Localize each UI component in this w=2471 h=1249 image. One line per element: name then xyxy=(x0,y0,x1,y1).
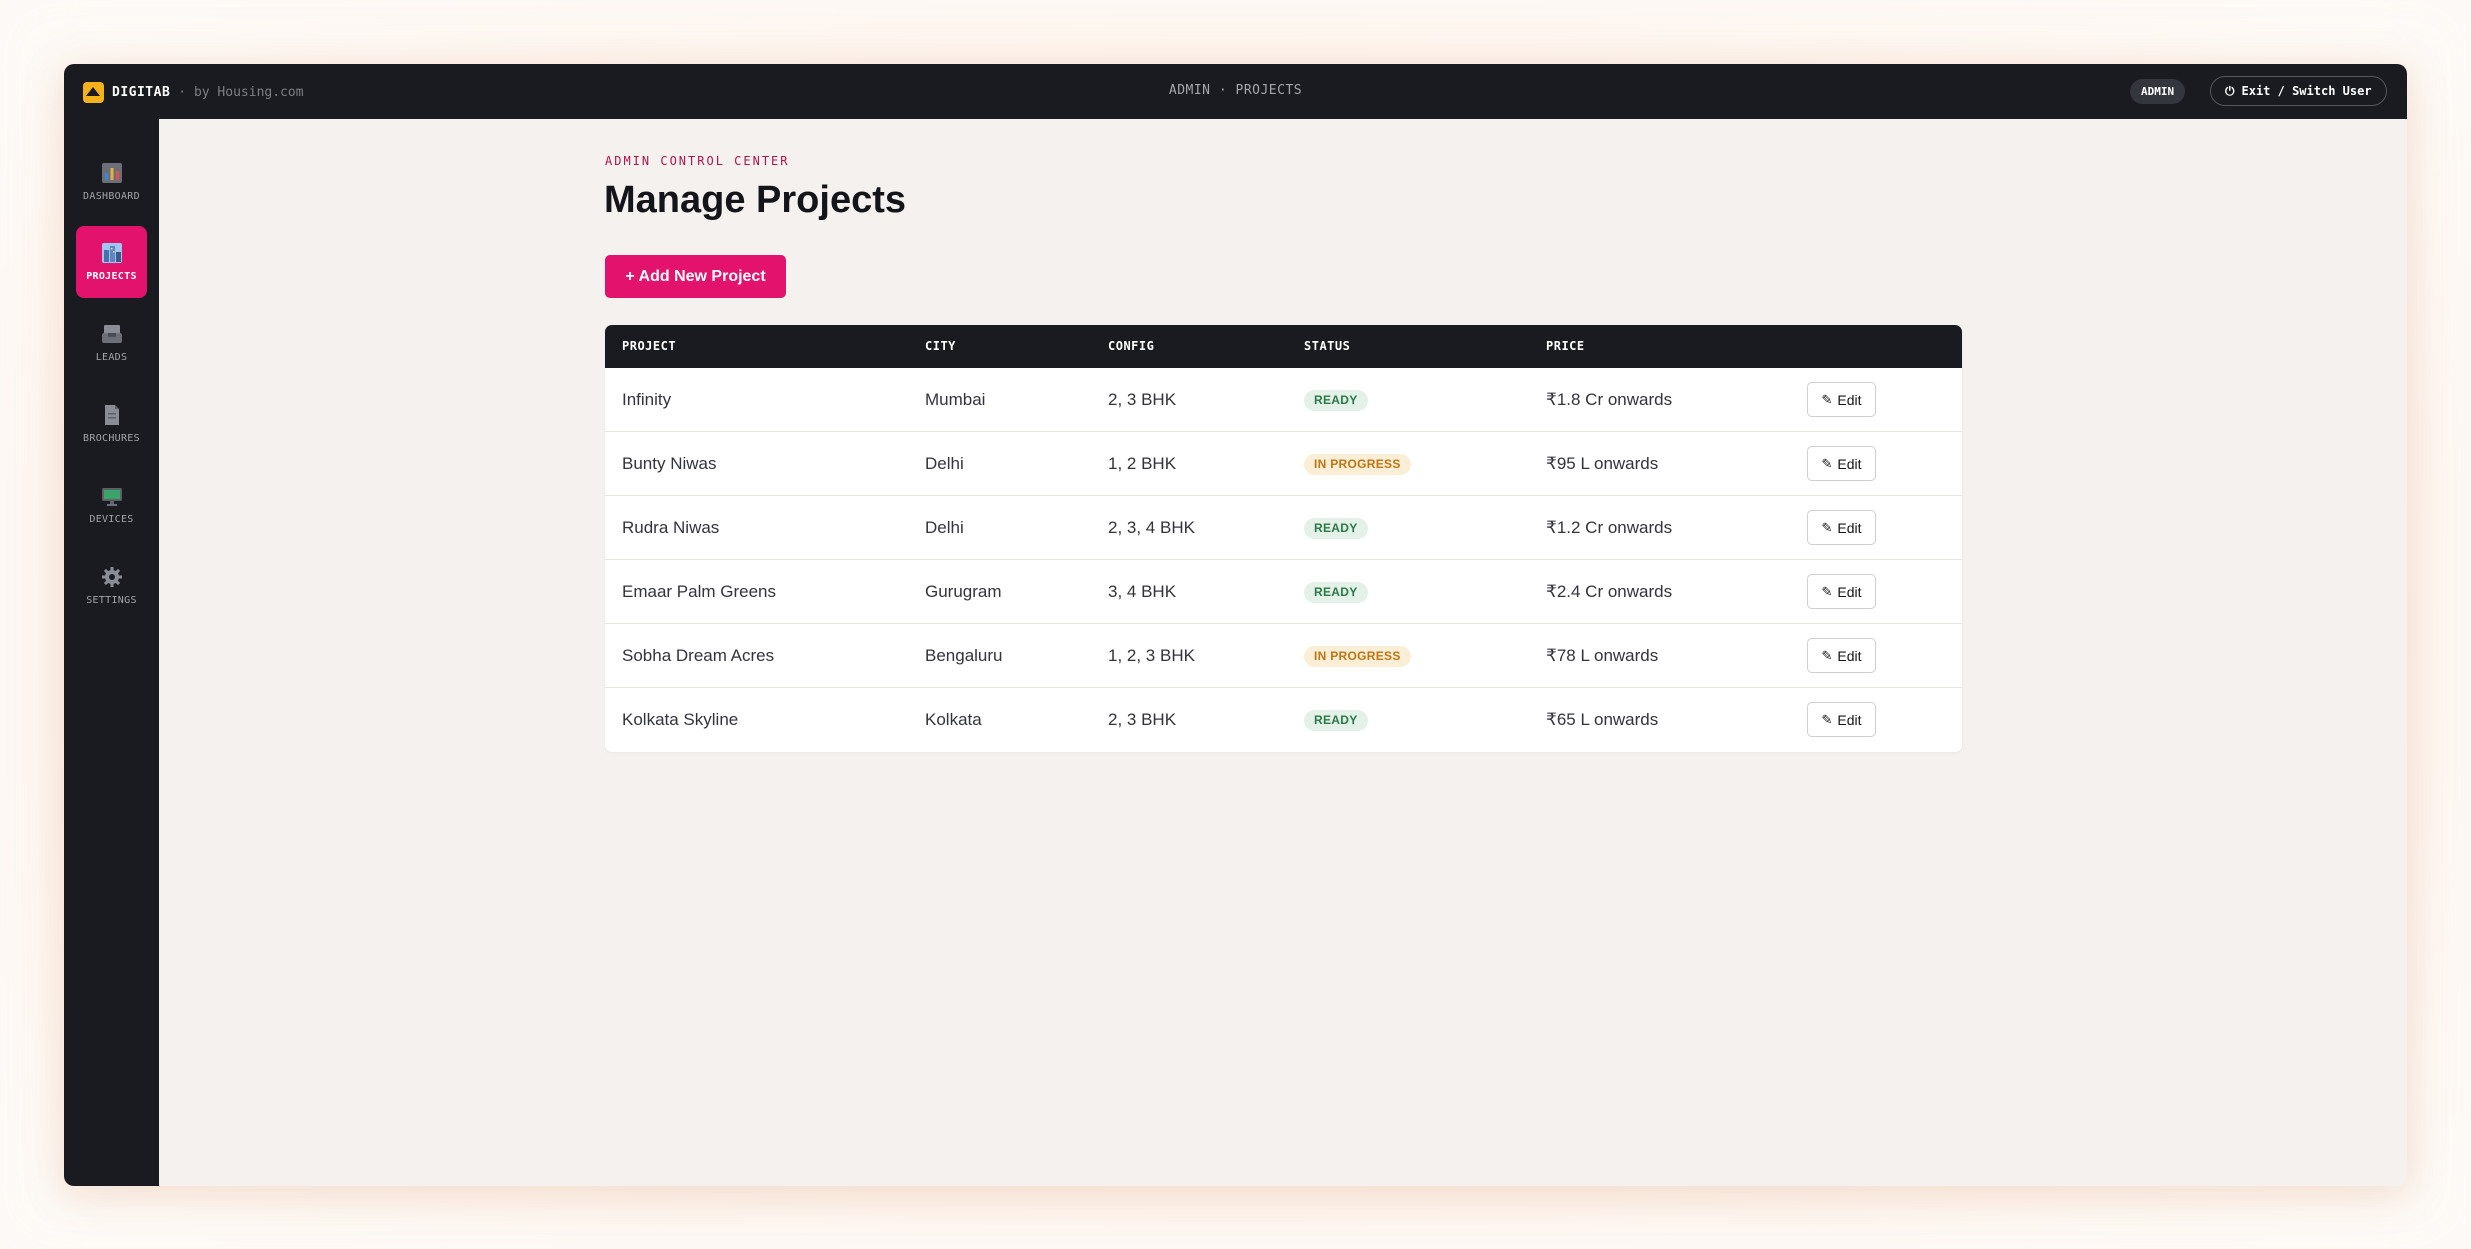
project-city: Delhi xyxy=(925,454,964,473)
top-bar: DIGITAB · by Housing.com ADMIN · PROJECT… xyxy=(64,64,2407,119)
project-city: Bengaluru xyxy=(925,646,1003,665)
sidebar-item-devices[interactable]: DEVICES xyxy=(76,469,147,541)
column-header-config[interactable]: CONFIG xyxy=(1108,325,1154,368)
cityscape-icon xyxy=(101,243,122,263)
edit-button-label: Edit xyxy=(1837,647,1862,664)
add-new-project-button[interactable]: + Add New Project xyxy=(605,255,786,298)
sidebar-item-label: BROCHURES xyxy=(83,433,140,444)
sidebar-item-label: PROJECTS xyxy=(86,271,137,282)
document-icon xyxy=(104,405,119,425)
status-badge: IN PROGRESS xyxy=(1304,646,1411,667)
project-city: Kolkata xyxy=(925,710,982,729)
sidebar-item-projects[interactable]: PROJECTS xyxy=(76,226,147,298)
sidebar-item-label: DASHBOARD xyxy=(83,191,140,202)
edit-button[interactable]: ✎ Edit xyxy=(1807,510,1876,545)
project-name: Sobha Dream Acres xyxy=(622,646,775,665)
status-badge: READY xyxy=(1304,518,1368,539)
pencil-icon: ✎ xyxy=(1821,392,1833,407)
sidebar-item-dashboard[interactable]: DASHBOARD xyxy=(76,146,147,218)
table-row: Kolkata Skyline Kolkata 2, 3 BHK READY ₹… xyxy=(605,688,1962,752)
column-header-price[interactable]: PRICE xyxy=(1546,325,1585,368)
project-price: ₹1.2 Cr onwards xyxy=(1546,518,1673,537)
breadcrumb: ADMIN · PROJECTS xyxy=(1168,83,1303,98)
sidebar-item-label: DEVICES xyxy=(89,514,134,525)
power-icon: ⏻ xyxy=(2225,84,2235,98)
project-price: ₹95 L onwards xyxy=(1546,454,1659,473)
status-badge: READY xyxy=(1304,582,1368,603)
monitor-icon xyxy=(101,488,122,506)
project-config: 2, 3 BHK xyxy=(1108,710,1177,729)
status-badge: IN PROGRESS xyxy=(1304,454,1411,475)
project-config: 3, 4 BHK xyxy=(1108,582,1177,601)
project-price: ₹2.4 Cr onwards xyxy=(1546,582,1673,601)
project-name: Emaar Palm Greens xyxy=(622,582,776,601)
table-row: Bunty Niwas Delhi 1, 2 BHK IN PROGRESS ₹… xyxy=(605,432,1962,496)
status-badge: READY xyxy=(1304,710,1368,731)
project-config: 2, 3, 4 BHK xyxy=(1108,518,1195,537)
project-name: Kolkata Skyline xyxy=(622,710,739,729)
edit-button-label: Edit xyxy=(1837,391,1862,408)
table-row: Sobha Dream Acres Bengaluru 1, 2, 3 BHK … xyxy=(605,624,1962,688)
project-price: ₹78 L onwards xyxy=(1546,646,1659,665)
gear-icon xyxy=(101,567,122,587)
sidebar-item-settings[interactable]: SETTINGS xyxy=(76,550,147,622)
table-row: Emaar Palm Greens Gurugram 3, 4 BHK READ… xyxy=(605,560,1962,624)
sidebar-item-brochures[interactable]: BROCHURES xyxy=(76,388,147,460)
edit-button-label: Edit xyxy=(1837,455,1862,472)
page-title: Manage Projects xyxy=(604,179,906,221)
project-city: Gurugram xyxy=(925,582,1002,601)
table-row: Rudra Niwas Delhi 2, 3, 4 BHK READY ₹1.2… xyxy=(605,496,1962,560)
table-row: Infinity Mumbai 2, 3 BHK READY ₹1.8 Cr o… xyxy=(605,368,1962,432)
sidebar: DASHBOARD PROJECTS LEADS BROCHURES DEVIC… xyxy=(64,119,159,1186)
project-config: 1, 2 BHK xyxy=(1108,454,1177,473)
column-header-city[interactable]: CITY xyxy=(925,325,956,368)
sidebar-item-label: LEADS xyxy=(95,352,128,363)
edit-button-label: Edit xyxy=(1837,583,1862,600)
pencil-icon: ✎ xyxy=(1821,712,1833,727)
column-header-project[interactable]: PROJECT xyxy=(622,325,676,368)
pencil-icon: ✎ xyxy=(1821,648,1833,663)
project-name: Rudra Niwas xyxy=(622,518,720,537)
bar-chart-icon xyxy=(101,163,122,183)
project-price: ₹65 L onwards xyxy=(1546,710,1659,729)
main-content: ADMIN CONTROL CENTER Manage Projects + A… xyxy=(159,119,2407,1186)
exit-button-label: Exit / Switch User xyxy=(2241,84,2372,98)
pencil-icon: ✎ xyxy=(1821,456,1833,471)
project-config: 1, 2, 3 BHK xyxy=(1108,646,1195,665)
edit-button[interactable]: ✎ Edit xyxy=(1807,638,1876,673)
project-city: Mumbai xyxy=(925,390,986,409)
inbox-tray-icon xyxy=(101,325,122,343)
project-name: Infinity xyxy=(622,390,672,409)
edit-button[interactable]: ✎ Edit xyxy=(1807,446,1876,481)
project-config: 2, 3 BHK xyxy=(1108,390,1177,409)
status-badge: READY xyxy=(1304,390,1368,411)
project-name: Bunty Niwas xyxy=(622,454,717,473)
edit-button-label: Edit xyxy=(1837,711,1862,728)
exit-switch-user-button[interactable]: ⏻ Exit / Switch User xyxy=(2210,76,2387,106)
section-eyebrow: ADMIN CONTROL CENTER xyxy=(605,154,790,168)
edit-button[interactable]: ✎ Edit xyxy=(1807,574,1876,609)
pencil-icon: ✎ xyxy=(1821,520,1833,535)
project-city: Delhi xyxy=(925,518,964,537)
project-price: ₹1.8 Cr onwards xyxy=(1546,390,1673,409)
column-header-status[interactable]: STATUS xyxy=(1304,325,1350,368)
table-header: PROJECT CITY CONFIG STATUS PRICE xyxy=(605,325,1962,368)
app-window: DIGITAB · by Housing.com ADMIN · PROJECT… xyxy=(64,64,2407,1186)
role-badge: ADMIN xyxy=(2130,79,2186,104)
projects-table: PROJECT CITY CONFIG STATUS PRICE Infinit… xyxy=(605,325,1962,752)
edit-button-label: Edit xyxy=(1837,519,1862,536)
sidebar-item-leads[interactable]: LEADS xyxy=(76,307,147,379)
sidebar-item-label: SETTINGS xyxy=(86,595,137,606)
edit-button[interactable]: ✎ Edit xyxy=(1807,702,1876,737)
edit-button[interactable]: ✎ Edit xyxy=(1807,382,1876,417)
pencil-icon: ✎ xyxy=(1821,584,1833,599)
